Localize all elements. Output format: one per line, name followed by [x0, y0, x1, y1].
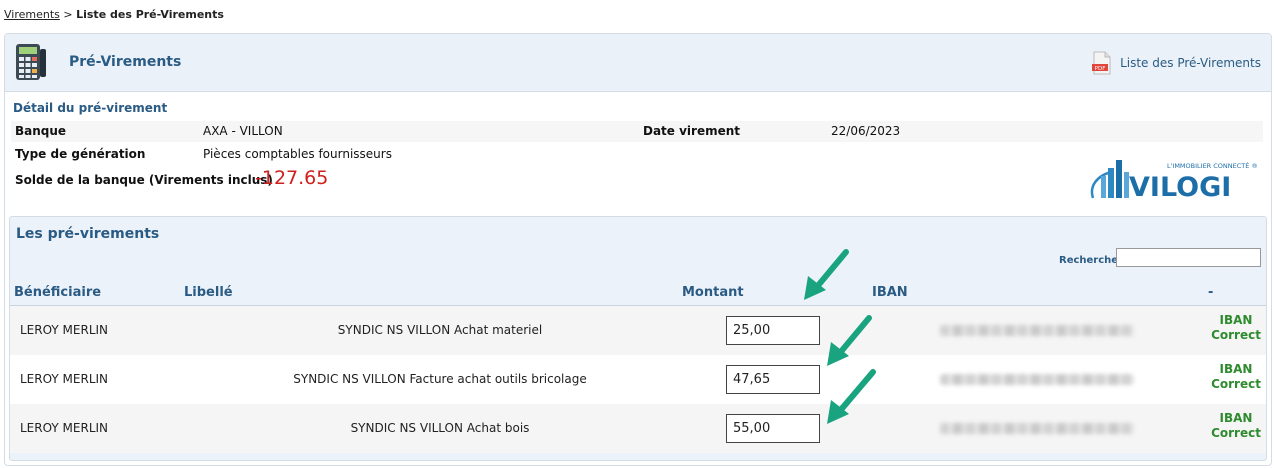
iban-status-line2: Correct — [1211, 377, 1261, 391]
vilogi-logo: L'IMMOBILIER CONNECTÉ ® VILOGI — [1090, 160, 1258, 202]
annotation-arrow-icon — [804, 249, 849, 300]
table-row: LEROY MERLIN SYNDIC NS VILLON Facture ac… — [10, 355, 1266, 404]
annotation-arrow-icon — [827, 369, 876, 424]
pdf-icon: PDF — [1092, 51, 1111, 75]
detail-section-title: Détail du pré-virement — [13, 101, 168, 115]
date-virement-label: Date virement — [643, 124, 741, 138]
amount-input[interactable] — [726, 414, 820, 443]
date-virement-value: 22/06/2023 — [831, 124, 901, 138]
iban-status: IBAN Correct — [1206, 411, 1266, 441]
breadcrumb-separator: > — [63, 8, 73, 21]
banque-value: AXA - VILLON — [203, 124, 283, 138]
row-beneficiaire: LEROY MERLIN — [20, 372, 109, 386]
amount-input[interactable] — [726, 365, 820, 394]
iban-redacted — [940, 374, 1134, 385]
calculator-icon — [16, 44, 46, 80]
column-header-status: - — [1208, 285, 1214, 300]
detail-row-banque: Banque AXA - VILLON Date virement 22/06/… — [11, 121, 1263, 142]
column-header-libelle[interactable]: Libellé — [184, 285, 233, 300]
iban-status: IBAN Correct — [1206, 313, 1266, 343]
pre-virements-list: Les pré-virements Rechercher Bénéficiair… — [9, 216, 1267, 461]
banque-label: Banque — [15, 124, 67, 138]
row-libelle: SYNDIC NS VILLON Achat materiel — [337, 323, 543, 337]
type-generation-value: Pièces comptables fournisseurs — [203, 147, 392, 161]
amount-input[interactable] — [726, 316, 820, 345]
pdf-export-label: Liste des Pré-Virements — [1120, 56, 1261, 70]
search-input[interactable] — [1116, 248, 1261, 267]
iban-status-line2: Correct — [1211, 426, 1261, 440]
row-libelle: SYNDIC NS VILLON Achat bois — [350, 421, 530, 435]
row-libelle: SYNDIC NS VILLON Facture achat outils br… — [293, 372, 587, 386]
panel-header: Pré-Virements PDF Liste des Pré-Virement… — [5, 34, 1271, 92]
svg-text:VILOGI: VILOGI — [1129, 172, 1231, 202]
svg-text:L'IMMOBILIER CONNECTÉ ®: L'IMMOBILIER CONNECTÉ ® — [1167, 161, 1258, 170]
table-row: LEROY MERLIN SYNDIC NS VILLON Achat mate… — [10, 306, 1266, 355]
iban-status-line1: IBAN — [1219, 411, 1253, 425]
column-header-iban[interactable]: IBAN — [872, 285, 908, 300]
iban-status-line1: IBAN — [1219, 362, 1253, 376]
row-beneficiaire: LEROY MERLIN — [20, 421, 109, 435]
detail-row-type: Type de génération Pièces comptables fou… — [11, 144, 1263, 165]
iban-status: IBAN Correct — [1206, 362, 1266, 392]
column-header-beneficiaire[interactable]: Bénéficiaire — [14, 285, 101, 300]
svg-text:PDF: PDF — [1095, 66, 1106, 72]
iban-redacted — [940, 325, 1134, 336]
column-header-montant[interactable]: Montant — [682, 285, 744, 300]
iban-status-line2: Correct — [1211, 328, 1261, 342]
table-row: LEROY MERLIN SYNDIC NS VILLON Achat bois… — [10, 404, 1266, 453]
type-generation-label: Type de génération — [15, 147, 146, 161]
search-label: Rechercher — [1059, 255, 1124, 266]
pdf-export-link[interactable]: PDF Liste des Pré-Virements — [1092, 51, 1261, 75]
breadcrumb-current: Liste des Pré-Virements — [76, 8, 224, 21]
solde-value: -127.65 — [255, 167, 329, 189]
solde-label: Solde de la banque (Virements inclus) — [15, 173, 273, 187]
iban-status-line1: IBAN — [1219, 313, 1253, 327]
detail-row-solde: Solde de la banque (Virements inclus) -1… — [11, 167, 1263, 191]
breadcrumb-link-virements[interactable]: Virements — [4, 8, 60, 21]
iban-redacted — [940, 423, 1134, 434]
row-beneficiaire: LEROY MERLIN — [20, 323, 109, 337]
list-title: Les pré-virements — [16, 226, 160, 242]
annotation-arrow-icon — [827, 315, 872, 366]
page-title: Pré-Virements — [69, 54, 182, 70]
pre-virements-panel: Pré-Virements PDF Liste des Pré-Virement… — [4, 33, 1272, 466]
breadcrumb: Virements > Liste des Pré-Virements — [4, 8, 224, 21]
